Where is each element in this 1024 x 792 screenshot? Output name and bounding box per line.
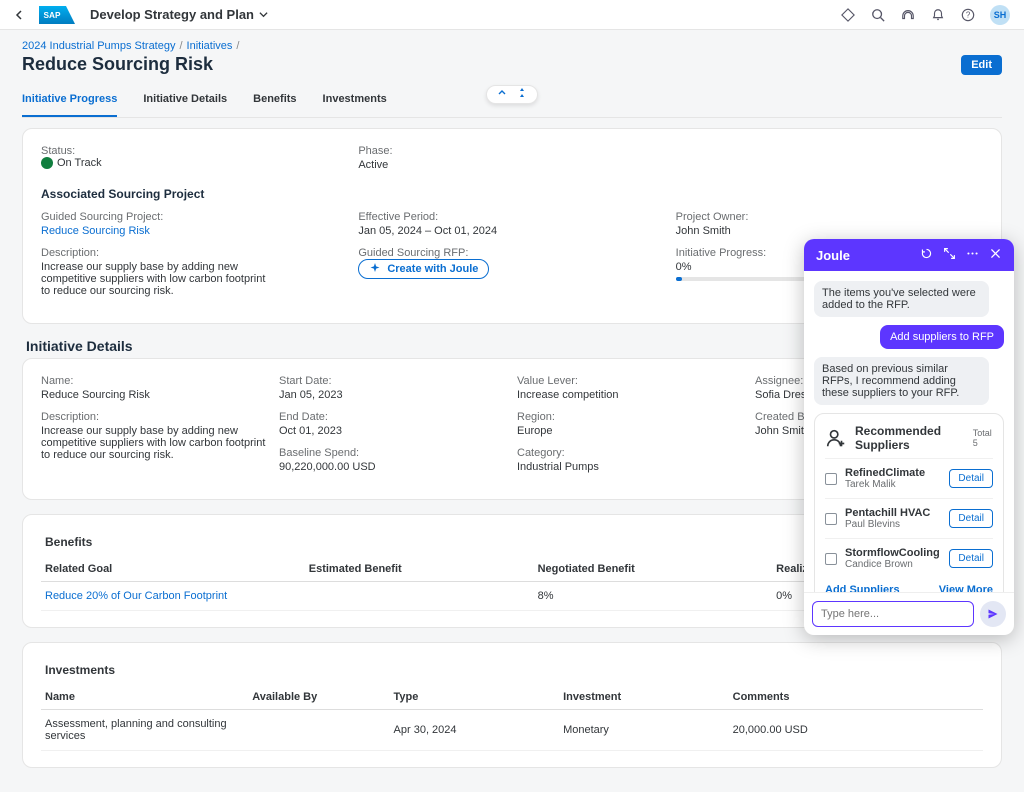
shell-actions: ? SH (840, 5, 1010, 25)
app-title[interactable]: Develop Strategy and Plan (90, 7, 268, 22)
page-title: Reduce Sourcing Risk (22, 54, 213, 75)
headset-icon[interactable] (900, 7, 916, 23)
svg-text:SAP: SAP (44, 11, 61, 20)
tab-investments[interactable]: Investments (323, 93, 387, 117)
chevron-down-icon (259, 10, 268, 19)
add-person-icon (825, 427, 847, 449)
detail-button[interactable]: Detail (949, 549, 993, 568)
pin-icon (517, 88, 527, 101)
description-text: Increase our supply base by adding new c… (41, 261, 271, 297)
status-value: On Track (41, 157, 348, 169)
bell-icon[interactable] (930, 7, 946, 23)
phase-value: Active (358, 159, 665, 171)
phase-label: Phase: (358, 145, 665, 157)
more-icon[interactable] (966, 247, 979, 263)
joule-message: Based on previous similar RFPs, I recomm… (814, 357, 989, 405)
history-icon[interactable] (920, 247, 933, 263)
diamond-icon[interactable] (840, 7, 856, 23)
supplier-row: StormflowCoolingCandice Brown Detail (825, 538, 993, 578)
joule-header: Joule (804, 239, 1014, 271)
tab-initiative-progress[interactable]: Initiative Progress (22, 93, 117, 117)
expand-icon (497, 88, 507, 101)
owner-value: John Smith (676, 225, 983, 237)
investments-card: Investments Name Available By Type Inves… (22, 642, 1002, 768)
send-button[interactable] (980, 601, 1006, 627)
sourcing-project-link[interactable]: Reduce Sourcing Risk (41, 225, 348, 237)
user-message: Add suppliers to RFP (880, 325, 1004, 349)
joule-panel: Joule The items you've selected were add… (804, 239, 1014, 635)
investments-heading: Investments (41, 659, 983, 681)
svg-text:?: ? (966, 10, 971, 19)
edit-button[interactable]: Edit (961, 55, 1002, 75)
supplier-row: RefinedClimateTarek Malik Detail (825, 458, 993, 498)
shell-bar: SAP Develop Strategy and Plan ? SH (0, 0, 1024, 30)
expand-icon[interactable] (943, 247, 956, 263)
create-with-joule-button[interactable]: Create with Joule (358, 259, 489, 279)
avatar[interactable]: SH (990, 5, 1010, 25)
app-title-text: Develop Strategy and Plan (90, 7, 254, 22)
help-icon[interactable]: ? (960, 7, 976, 23)
card-title: Recommended Suppliers (855, 424, 965, 452)
tab-initiative-details[interactable]: Initiative Details (143, 93, 227, 117)
joule-title: Joule (816, 248, 850, 263)
close-icon[interactable] (989, 247, 1002, 263)
checkbox[interactable] (825, 473, 837, 485)
joule-message: The items you've selected were added to … (814, 281, 989, 317)
joule-input-row (804, 592, 1014, 635)
checkbox[interactable] (825, 513, 837, 525)
sap-logo: SAP (38, 6, 76, 24)
tabs: Initiative Progress Initiative Details B… (22, 93, 1002, 118)
detail-button[interactable]: Detail (949, 469, 993, 488)
drawer-toggle[interactable] (486, 85, 538, 104)
joule-input[interactable] (812, 601, 974, 627)
total-badge: Total 5 (973, 428, 993, 448)
page-header: 2024 Industrial Pumps Strategy / Initiat… (0, 30, 1024, 128)
breadcrumb: 2024 Industrial Pumps Strategy / Initiat… (22, 40, 1002, 52)
detail-button[interactable]: Detail (949, 509, 993, 528)
effective-period: Jan 05, 2024 – Oct 01, 2024 (358, 225, 665, 237)
associated-heading: Associated Sourcing Project (41, 187, 983, 201)
search-icon[interactable] (870, 7, 886, 23)
suppliers-card: Recommended Suppliers Total 5 RefinedCli… (814, 413, 1004, 592)
status-label: Status: (41, 145, 348, 157)
supplier-row: Pentachill HVACPaul Blevins Detail (825, 498, 993, 538)
breadcrumb-item[interactable]: Initiatives (187, 40, 233, 52)
view-more-button[interactable]: View More (939, 584, 993, 592)
investments-table: Name Available By Type Investment Commen… (41, 685, 983, 751)
checkbox[interactable] (825, 553, 837, 565)
table-row[interactable]: Assessment, planning and consulting serv… (41, 710, 983, 751)
breadcrumb-item[interactable]: 2024 Industrial Pumps Strategy (22, 40, 175, 52)
back-icon[interactable] (14, 7, 24, 23)
add-suppliers-button[interactable]: Add Suppliers (825, 584, 900, 592)
benefit-goal-link[interactable]: Reduce 20% of Our Carbon Footprint (41, 582, 305, 611)
sparkle-icon (369, 263, 381, 275)
tab-benefits[interactable]: Benefits (253, 93, 296, 117)
